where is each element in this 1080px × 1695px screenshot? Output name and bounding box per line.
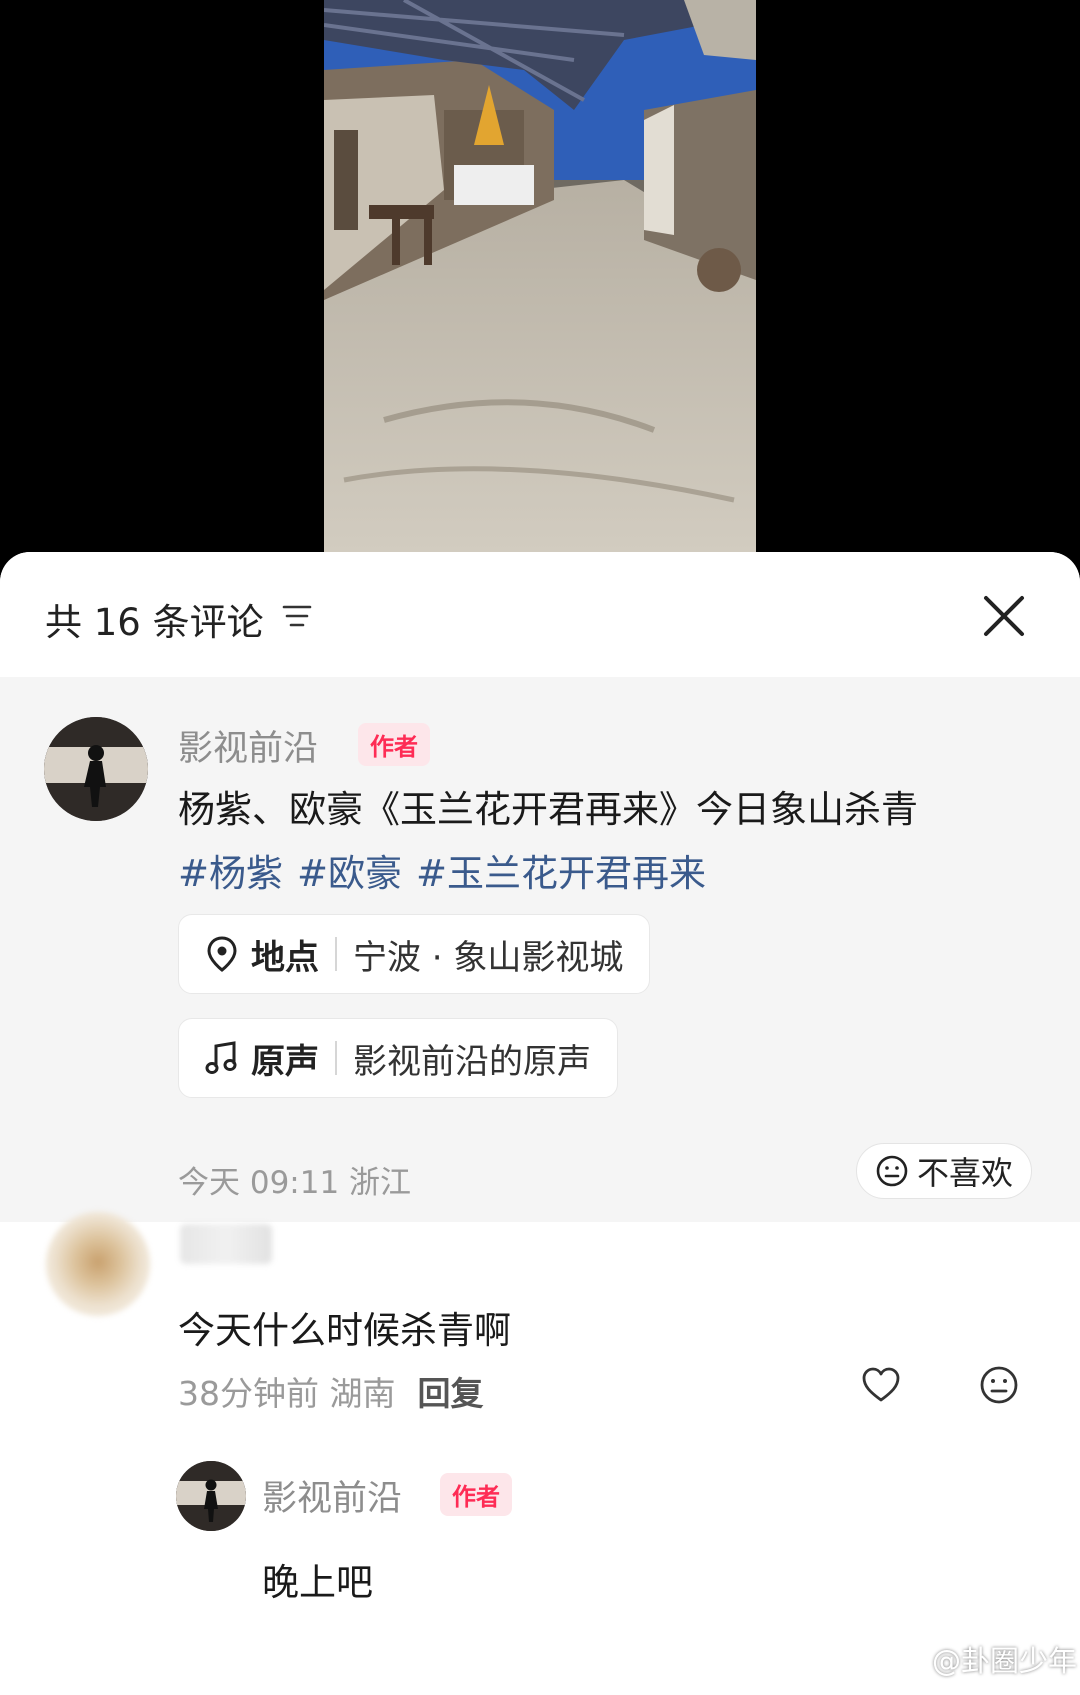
avatar[interactable] xyxy=(44,717,148,821)
watermark: @卦圈少年 xyxy=(888,1638,1077,1680)
sound-value: 影视前沿的原声 xyxy=(353,1041,591,1082)
watermark-text: @卦圈少年 xyxy=(932,1644,1078,1678)
silhouette-avatar-icon xyxy=(176,1461,246,1531)
chip-divider xyxy=(335,937,337,971)
reply-button[interactable]: 回复 xyxy=(417,1374,483,1413)
blurred-username[interactable] xyxy=(180,1224,272,1264)
author-badge: 作者 xyxy=(440,1473,512,1516)
avatar[interactable] xyxy=(176,1461,246,1531)
close-x-icon[interactable] xyxy=(982,594,1026,638)
hashtag-list: #杨紫 #欧豪 #玉兰花开君再来 xyxy=(178,843,720,897)
comment-count-title: 共 16 条评论 xyxy=(45,601,264,644)
comment-text: 今天什么时候杀青啊 xyxy=(178,1309,511,1352)
location-pin-icon xyxy=(207,936,237,972)
author-username[interactable]: 影视前沿 xyxy=(178,720,318,771)
post-text: 杨紫、欧豪《玉兰花开君再来》今日象山杀青 xyxy=(178,788,918,831)
dislike-button[interactable]: 不喜欢 xyxy=(856,1143,1033,1199)
heart-icon[interactable] xyxy=(860,1364,902,1406)
video-frame-image xyxy=(324,0,756,555)
sort-lines-icon[interactable] xyxy=(282,602,312,630)
reply-text: 晚上吧 xyxy=(262,1561,373,1604)
author-badge: 作者 xyxy=(358,723,430,766)
dislike-label: 不喜欢 xyxy=(917,1154,1014,1192)
comment-item xyxy=(0,1222,1080,1695)
location-value: 宁波 · 象山影视城 xyxy=(353,937,624,978)
comment-meta: 38分钟前 湖南 回复 xyxy=(178,1367,483,1415)
comments-panel: 共 16 条评论 影视前沿 作者 杨紫、欧豪《玉兰花开君再来》今日象山杀青 #杨… xyxy=(0,552,1080,1695)
hashtag-link[interactable]: #杨紫 xyxy=(178,852,283,895)
avatar[interactable] xyxy=(46,1212,150,1316)
author-post: 影视前沿 作者 杨紫、欧豪《玉兰花开君再来》今日象山杀青 #杨紫 #欧豪 #玉兰花开… xyxy=(0,677,1080,1222)
sound-chip[interactable]: 原声 影视前沿的原声 xyxy=(178,1018,618,1098)
music-note-icon xyxy=(205,1041,237,1074)
location-chip[interactable]: 地点 宁波 · 象山影视城 xyxy=(178,914,651,994)
hashtag-link[interactable]: #欧豪 xyxy=(297,852,402,895)
hashtag-link[interactable]: #玉兰花开君再来 xyxy=(416,852,706,895)
neutral-face-icon xyxy=(876,1155,908,1187)
weibo-logo-icon xyxy=(889,1647,926,1674)
comments-header: 共 16 条评论 xyxy=(0,552,1080,677)
post-time-location: 今天 09:11 浙江 xyxy=(178,1165,412,1201)
location-label: 地点 xyxy=(251,937,319,978)
chip-divider xyxy=(335,1041,337,1075)
video-preview[interactable] xyxy=(324,0,756,555)
sound-label: 原声 xyxy=(251,1041,319,1082)
silhouette-avatar-icon xyxy=(44,717,148,821)
comment-time-location: 38分钟前 湖南 xyxy=(178,1374,396,1413)
neutral-face-icon[interactable] xyxy=(978,1364,1020,1406)
reply-author-username[interactable]: 影视前沿 xyxy=(262,1470,402,1521)
